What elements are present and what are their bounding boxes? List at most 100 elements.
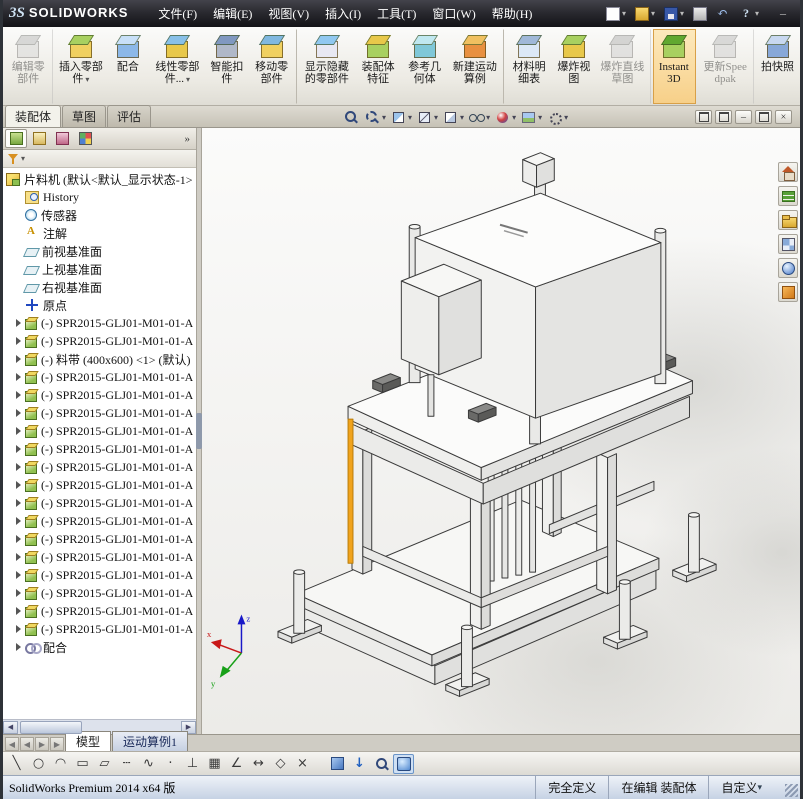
manager-tab[interactable] (28, 129, 50, 148)
expand-arrow-icon[interactable] (14, 355, 25, 363)
ribbon-button[interactable]: 配合 (106, 29, 149, 104)
window-control[interactable] (755, 110, 772, 124)
tree-item[interactable]: 上视基准面 (14, 260, 196, 278)
ribbon-button[interactable]: 新建运动算例 (448, 29, 504, 104)
window-minimize-icon[interactable]: – (772, 6, 794, 21)
sketch-tool-button[interactable]: ↓ (349, 754, 370, 774)
expand-arrow-icon[interactable] (14, 409, 25, 417)
manager-tab[interactable] (74, 129, 96, 148)
command-tab[interactable]: 草图 (62, 105, 107, 127)
tree-item[interactable]: 注解 (14, 224, 196, 242)
ribbon-button[interactable]: 显示隐藏的零部件 (299, 29, 355, 104)
menu-item[interactable]: 插入(I) (317, 2, 369, 25)
window-control[interactable] (715, 110, 732, 124)
expand-arrow-icon[interactable] (14, 373, 25, 381)
ribbon-button[interactable]: Instant3D (653, 29, 697, 104)
sketch-tool-button[interactable]: ◠ (50, 754, 71, 774)
sketch-tool-button[interactable]: ∠ (226, 754, 247, 774)
tree-item[interactable]: (-) SPR2015-GLJ01-M01-01-A (14, 584, 196, 602)
tree-item[interactable]: (-) SPR2015-GLJ01-M01-01-A (14, 530, 196, 548)
menu-item[interactable]: 视图(V) (260, 2, 317, 25)
quick-toolbar-button[interactable] (713, 5, 733, 23)
status-custom-dropdown[interactable]: 自定义 (708, 776, 774, 799)
sketch-tool-button[interactable]: ↔ (248, 754, 269, 774)
window-control[interactable]: × (775, 110, 792, 124)
home-icon[interactable] (778, 162, 798, 182)
menu-item[interactable]: 工具(T) (369, 2, 424, 25)
sketch-tool-button[interactable] (371, 754, 392, 774)
menu-item[interactable]: 窗口(W) (424, 2, 483, 25)
tab-scroll-button[interactable]: ▶ (35, 737, 49, 751)
tree-item[interactable]: (-) SPR2015-GLJ01-M01-01-A (14, 566, 196, 584)
ribbon-button[interactable]: 编辑零部件 (5, 29, 54, 104)
tree-item[interactable]: (-) SPR2015-GLJ01-M01-01-A (14, 548, 196, 566)
menu-item[interactable]: 文件(F) (150, 2, 205, 25)
sketch-tool-button[interactable]: ▭ (72, 754, 93, 774)
sketch-tool-button[interactable]: ∿ (138, 754, 159, 774)
view-toolbar-button[interactable] (362, 110, 388, 125)
expand-arrow-icon[interactable] (14, 553, 25, 561)
expand-arrow-icon[interactable] (14, 391, 25, 399)
tab-scroll-button[interactable]: ◀ (5, 737, 19, 751)
tab-scroll-button[interactable]: ▶ (50, 737, 64, 751)
expand-arrow-icon[interactable] (14, 337, 25, 345)
menu-item[interactable]: 编辑(E) (205, 2, 260, 25)
tree-item[interactable]: 前视基准面 (14, 242, 196, 260)
tree-item[interactable]: (-) SPR2015-GLJ01-M01-01-A (14, 314, 196, 332)
sketch-tool-button[interactable] (393, 753, 414, 774)
file-explorer-icon[interactable] (778, 210, 798, 230)
tree-item[interactable]: (-) SPR2015-GLJ01-M01-01-A (14, 458, 196, 476)
sketch-tool-button[interactable]: × (292, 754, 313, 774)
manager-tab[interactable] (5, 129, 27, 148)
ribbon-button[interactable]: 智能扣件 (205, 29, 248, 104)
document-tab[interactable]: 模型 (65, 731, 112, 751)
expand-arrow-icon[interactable] (14, 427, 25, 435)
sketch-tool-button[interactable]: ┄ (116, 754, 137, 774)
filter-icon[interactable] (7, 153, 19, 165)
ribbon-button[interactable]: 拍快照 (756, 29, 799, 104)
appearances-icon[interactable] (778, 258, 798, 278)
tree-item[interactable]: History (14, 188, 196, 206)
tree-item[interactable]: (-) SPR2015-GLJ01-M01-01-A (14, 368, 196, 386)
ribbon-button[interactable]: 爆炸视图 (552, 29, 595, 104)
panel-overflow-icon[interactable]: » (181, 133, 195, 145)
view-toolbar-button[interactable] (544, 110, 570, 125)
ribbon-button[interactable]: 参考几何体 (401, 29, 447, 104)
tree-item[interactable]: 原点 (14, 296, 196, 314)
tree-item[interactable]: (-) SPR2015-GLJ01-M01-01-A (14, 386, 196, 404)
scrollbar-thumb[interactable] (20, 720, 82, 734)
command-tab[interactable]: 装配体 (5, 105, 62, 127)
document-tab[interactable]: 运动算例1 (112, 731, 189, 751)
view-toolbar-button[interactable] (466, 110, 492, 125)
expand-arrow-icon[interactable] (14, 445, 25, 453)
design-library-icon[interactable] (778, 186, 798, 206)
tree-item[interactable]: (-) SPR2015-GLJ01-M01-01-A (14, 512, 196, 530)
sketch-tool-button[interactable]: ◇ (270, 754, 291, 774)
sketch-tool-button[interactable]: ▱ (94, 754, 115, 774)
ribbon-button[interactable]: 爆炸直线草图 (595, 29, 652, 104)
tree-item[interactable]: 配合 (14, 638, 196, 656)
view-palette-icon[interactable] (778, 234, 798, 254)
tree-root-item[interactable]: 片料机 (默认<默认_显示状态-1> (6, 170, 196, 188)
view-toolbar-button[interactable] (414, 110, 440, 125)
view-toolbar-button[interactable] (388, 110, 414, 125)
tree-item[interactable]: (-) SPR2015-GLJ01-M01-01-A (14, 494, 196, 512)
view-toolbar-button[interactable] (492, 110, 518, 125)
expand-arrow-icon[interactable] (14, 463, 25, 471)
tree-item[interactable]: (-) 料带 (400x600) <1> (默认) (14, 350, 196, 368)
sketch-tool-button[interactable]: ╲ (6, 754, 27, 774)
expand-arrow-icon[interactable] (14, 481, 25, 489)
tree-item[interactable]: (-) SPR2015-GLJ01-M01-01-A (14, 404, 196, 422)
filter-caret-icon[interactable]: ▾ (21, 154, 25, 163)
quick-toolbar-button[interactable] (603, 5, 629, 23)
expand-arrow-icon[interactable] (14, 643, 25, 651)
tree-item[interactable]: (-) SPR2015-GLJ01-M01-01-A (14, 332, 196, 350)
sketch-tool-button[interactable]: · (160, 754, 181, 774)
assembly-3d-model[interactable]: z x y (202, 128, 800, 734)
expand-arrow-icon[interactable] (14, 607, 25, 615)
ribbon-button[interactable]: 移动零部件 (248, 29, 297, 104)
ribbon-button[interactable]: 更新Speedpak (698, 29, 754, 104)
expand-arrow-icon[interactable] (14, 625, 25, 633)
ribbon-button[interactable]: 线性零部件... (149, 29, 205, 104)
sketch-tool-button[interactable]: ○ (28, 754, 49, 774)
